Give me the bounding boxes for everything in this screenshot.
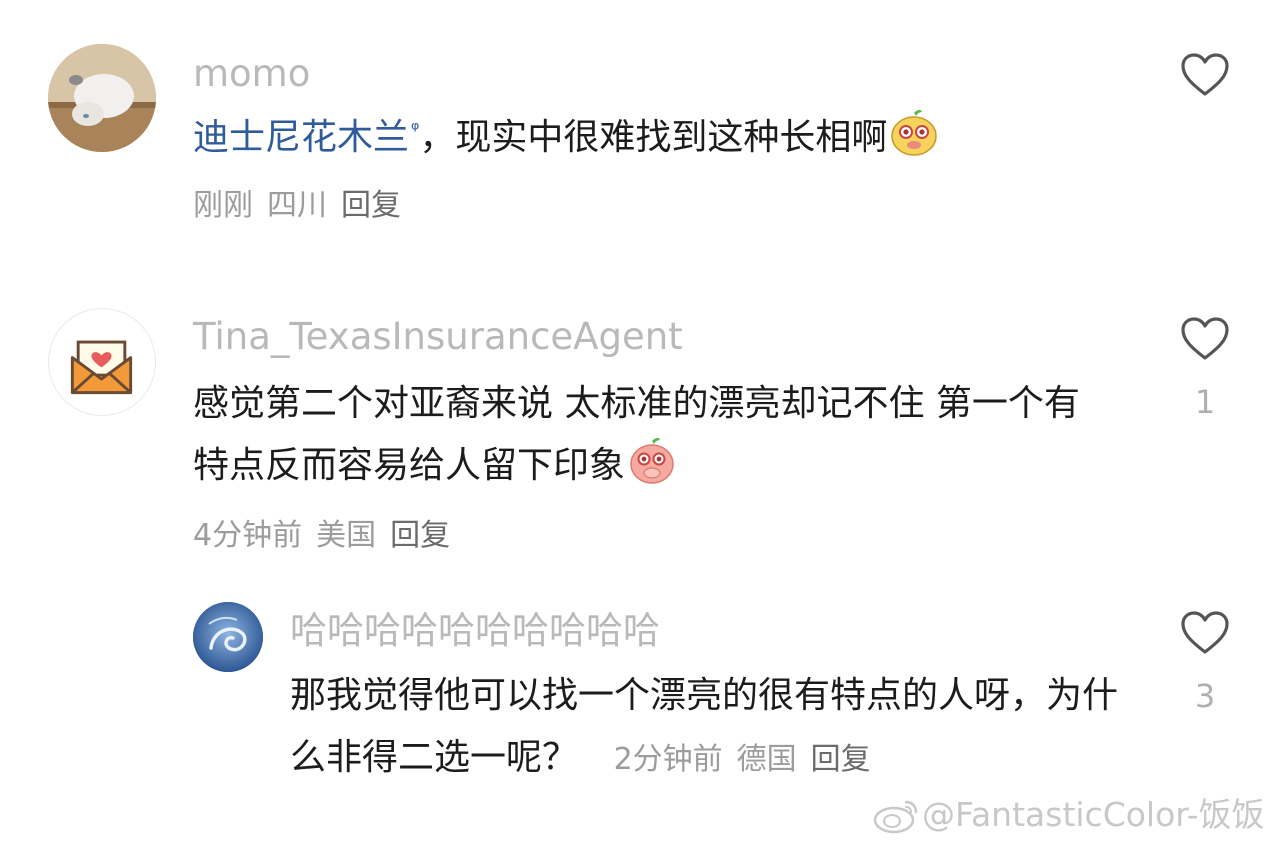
comment-time: 4分钟前 bbox=[193, 518, 303, 553]
heart-icon bbox=[1181, 317, 1229, 360]
heart-icon bbox=[1181, 53, 1229, 96]
reply-button[interactable]: 回复 bbox=[390, 518, 450, 553]
avatar[interactable] bbox=[48, 44, 156, 152]
comment-location: 德国 bbox=[736, 741, 797, 777]
like-count: 3 bbox=[1194, 677, 1216, 715]
avatar[interactable] bbox=[193, 602, 263, 672]
pink-shy-face-emoji bbox=[627, 435, 677, 485]
comment-item: Tina_TexasInsuranceAgent 感觉第二个对亚裔来说 太标准的… bbox=[0, 290, 1284, 570]
username[interactable]: momo bbox=[193, 55, 310, 92]
comment-location: 美国 bbox=[316, 518, 377, 553]
comment-meta: 刚刚 四川 回复 bbox=[193, 191, 401, 221]
avatar[interactable] bbox=[48, 308, 156, 416]
comment-item: momo 迪士尼花木兰 ᵠ，现实中很难找到这种长相啊 刚刚 四川 回复 bbox=[0, 0, 1284, 250]
like-button[interactable] bbox=[1180, 316, 1230, 362]
comment-meta: 2分钟前 德国 回复 bbox=[604, 742, 871, 777]
comment-text-body: ，现实中很难找到这种长相啊 bbox=[419, 117, 888, 158]
comment-text: 感觉第二个对亚裔来说 太标准的漂亮却记不住 第一个有特点反而容易给人留下印象 bbox=[193, 373, 1098, 497]
like-button[interactable] bbox=[1180, 610, 1230, 656]
yellow-face-emoji bbox=[889, 107, 939, 157]
reply-item: 哈哈哈哈哈哈哈哈哈哈 那我觉得他可以找一个漂亮的很有特点的人呀，为什么非得二选一… bbox=[0, 590, 1284, 790]
heart-icon bbox=[1181, 611, 1229, 654]
username[interactable]: 哈哈哈哈哈哈哈哈哈哈 bbox=[290, 612, 660, 649]
comment-time: 刚刚 bbox=[193, 188, 253, 223]
like-count: 1 bbox=[1194, 383, 1216, 421]
comment-meta: 4分钟前 美国 回复 bbox=[193, 521, 450, 551]
comment-location: 四川 bbox=[267, 188, 327, 223]
comment-time: 2分钟前 bbox=[613, 741, 723, 777]
username[interactable]: Tina_TexasInsuranceAgent bbox=[193, 318, 683, 355]
reply-button[interactable]: 回复 bbox=[811, 742, 871, 777]
reply-button[interactable]: 回复 bbox=[341, 188, 401, 223]
comment-text: 迪士尼花木兰 ᵠ，现实中很难找到这种长相啊 bbox=[193, 107, 1153, 169]
like-button[interactable] bbox=[1180, 52, 1230, 98]
weibo-logo-icon bbox=[872, 796, 920, 834]
comment-text: 那我觉得他可以找一个漂亮的很有特点的人呀，为什么非得二选一呢？ 2分钟前 德国 回复 bbox=[290, 665, 1120, 789]
search-link[interactable]: 迪士尼花木兰 bbox=[193, 117, 409, 158]
watermark: @FantasticColor-饭饭 bbox=[922, 795, 1265, 834]
